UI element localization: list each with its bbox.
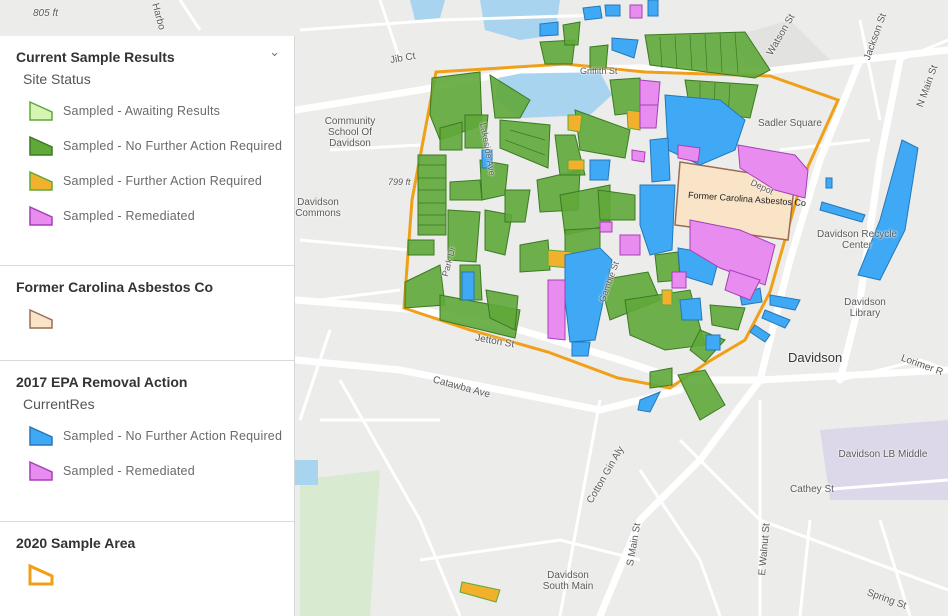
parcel[interactable] [504, 189, 531, 223]
parcel[interactable] [417, 154, 447, 236]
polygon-outline-swatch-icon [28, 563, 54, 585]
parcel[interactable] [597, 189, 636, 221]
parcel[interactable] [604, 4, 621, 17]
place-label: Davidson South Main [542, 570, 594, 592]
polygon-swatch-icon [29, 100, 53, 121]
legend-section-2020-sample-area: 2020 Sample Area [0, 522, 294, 616]
legend-item-remediated: Sampled - Remediated [28, 198, 294, 233]
legend-item-epa-no-further-action: Sampled - No Further Action Required [28, 418, 294, 453]
parcel[interactable] [639, 79, 661, 106]
place-label: Davidson Commons [295, 197, 341, 219]
street-label: Griffith St [580, 66, 618, 76]
parcel[interactable] [599, 221, 613, 233]
parcel[interactable] [705, 334, 721, 351]
place-label: Sadler Square [758, 118, 822, 129]
legend-item-sample-area [28, 557, 294, 592]
parcel[interactable] [562, 21, 581, 46]
legend-panel: Current Sample Results ⌄ Site Status Sam… [0, 36, 295, 616]
legend-item-label: Sampled - Further Action Required [63, 173, 263, 188]
legend-subtitle: Site Status [23, 71, 91, 87]
polygon-swatch-icon [29, 205, 53, 226]
place-label: Davidson Library [844, 297, 886, 319]
parcel[interactable] [547, 279, 566, 341]
legend-section-title: Current Sample Results [16, 49, 175, 65]
parcel[interactable] [649, 137, 671, 183]
street-label: Cathey St [790, 484, 834, 495]
place-label: Community School Of Davidson [324, 116, 376, 149]
parcel[interactable] [629, 4, 643, 19]
legend-item-epa-remediated: Sampled - Remediated [28, 453, 294, 488]
legend-item-label: Sampled - Awaiting Results [63, 103, 221, 118]
legend-item-former-site [28, 301, 294, 336]
parcel[interactable] [619, 234, 641, 256]
legend-item-awaiting-results: Sampled - Awaiting Results [28, 93, 294, 128]
parcel[interactable] [589, 159, 611, 181]
parcel[interactable] [539, 21, 559, 37]
parcel[interactable] [582, 5, 603, 21]
parcel[interactable] [609, 77, 643, 116]
legend-item-label: Sampled - Remediated [63, 208, 195, 223]
legend-section-current-sample-results: Current Sample Results ⌄ Site Status Sam… [0, 36, 294, 266]
parcel[interactable] [631, 149, 646, 163]
parcel[interactable] [567, 114, 583, 133]
city-label: Davidson [788, 350, 843, 365]
legend-item-label: Sampled - No Further Action Required [63, 138, 283, 153]
polygon-swatch-icon [29, 170, 53, 191]
park-area [300, 470, 380, 616]
place-label: Davidson Recycle Center [816, 229, 898, 251]
legend-section-former-asbestos: Former Carolina Asbestos Co [0, 266, 294, 361]
legend-item-further-action: Sampled - Further Action Required [28, 163, 294, 198]
legend-item-label: Sampled - No Further Action Required [63, 428, 283, 443]
parcel[interactable] [639, 104, 659, 129]
legend-item-no-further-action: Sampled - No Further Action Required [28, 128, 294, 163]
place-label: Davidson LB Middle [838, 449, 928, 460]
legend-subtitle: CurrentRes [23, 396, 95, 412]
parcel[interactable] [571, 341, 591, 357]
legend-item-label: Sampled - Remediated [63, 463, 195, 478]
parcel[interactable] [679, 297, 703, 321]
pond-water-2 [410, 0, 445, 20]
parcel[interactable] [407, 239, 435, 256]
parcel[interactable] [671, 271, 687, 289]
parcel[interactable] [647, 0, 659, 17]
polygon-swatch-icon [29, 135, 53, 156]
small-pond [292, 460, 318, 485]
polygon-swatch-icon [29, 425, 53, 446]
parcel[interactable] [649, 367, 673, 389]
legend-section-title: 2017 EPA Removal Action [16, 374, 188, 390]
parcel[interactable] [519, 239, 551, 273]
elevation-label: 805 ft [33, 8, 59, 19]
parcel[interactable] [461, 271, 475, 301]
parcel[interactable] [661, 289, 673, 306]
parcel[interactable] [449, 179, 483, 201]
polygon-swatch-icon [29, 460, 53, 481]
legend-section-epa-removal: 2017 EPA Removal Action CurrentRes Sampl… [0, 361, 294, 522]
parcel[interactable] [825, 177, 833, 189]
parcel[interactable] [567, 159, 585, 171]
chevron-down-icon[interactable]: ⌄ [269, 44, 280, 60]
elevation-label: 799 ft [388, 177, 411, 187]
legend-section-title: 2020 Sample Area [16, 535, 136, 551]
legend-section-title: Former Carolina Asbestos Co [16, 279, 214, 295]
polygon-swatch-icon [29, 308, 53, 329]
